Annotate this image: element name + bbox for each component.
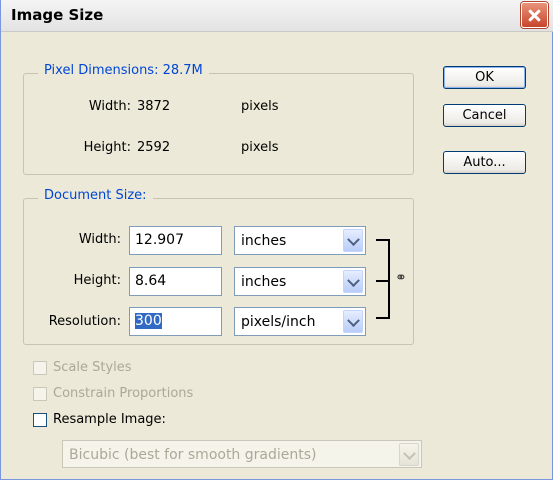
pixel-height-unit: pixels (241, 140, 279, 155)
pixel-height-label: Height: (83, 140, 131, 155)
pixel-dimensions-label: Pixel Dimensions: (44, 63, 159, 78)
doc-height-unit-select[interactable]: inches (234, 267, 366, 296)
auto-button[interactable]: Auto... (443, 151, 526, 174)
doc-height-input[interactable]: 8.64 (129, 267, 222, 296)
pixel-width-unit: pixels (241, 99, 279, 114)
resample-method-value: Bicubic (best for smooth gradients) (69, 447, 317, 463)
scale-styles-label: Scale Styles (53, 360, 132, 375)
pixel-dimensions-legend: Pixel Dimensions: 28.7M (38, 63, 209, 78)
link-bracket-middle (376, 280, 390, 282)
resolution-label: Resolution: (48, 314, 121, 329)
resolution-unit-value: pixels/inch (241, 314, 316, 330)
doc-width-unit-select[interactable]: inches (234, 226, 366, 255)
title-bar[interactable]: Image Size (1, 0, 553, 32)
doc-width-unit-value: inches (241, 233, 287, 249)
resolution-value: 300 (135, 313, 162, 329)
chevron-down-icon[interactable] (343, 270, 363, 293)
doc-width-label: Width: (78, 232, 121, 247)
link-bracket-vertical (388, 239, 390, 319)
chevron-down-icon[interactable] (343, 229, 363, 252)
pixel-width-label: Width: (88, 99, 131, 114)
doc-height-label: Height: (73, 273, 121, 288)
cancel-button[interactable]: Cancel (443, 104, 526, 127)
window-title: Image Size (11, 6, 104, 24)
pixel-dimensions-size: 28.7M (162, 63, 203, 78)
constrain-proportions-label: Constrain Proportions (53, 386, 194, 401)
chevron-down-icon (399, 443, 419, 466)
pixel-height-value: 2592 (137, 140, 171, 155)
link-bracket-bottom (376, 317, 390, 319)
resample-method-select: Bicubic (best for smooth gradients) (62, 440, 422, 468)
constrain-proportions-checkbox (33, 387, 47, 401)
ok-button[interactable]: OK (443, 66, 526, 89)
resolution-input[interactable]: 300 (129, 307, 222, 336)
pixel-width-value: 3872 (137, 99, 171, 114)
chain-link-icon: ⚭ (395, 270, 407, 286)
scale-styles-checkbox (33, 361, 47, 375)
resolution-unit-select[interactable]: pixels/inch (234, 307, 366, 336)
doc-width-input[interactable]: 12.907 (129, 226, 222, 255)
resample-image-checkbox[interactable] (33, 413, 47, 427)
resample-image-label[interactable]: Resample Image: (53, 412, 166, 427)
chevron-down-icon[interactable] (343, 310, 363, 333)
image-size-dialog: Image Size Pixel Dimensions: 28.7M Width… (0, 0, 553, 480)
pixel-dimensions-group (23, 73, 414, 175)
doc-height-unit-value: inches (241, 274, 287, 290)
close-icon[interactable] (521, 2, 548, 28)
document-size-legend: Document Size: (38, 188, 153, 203)
